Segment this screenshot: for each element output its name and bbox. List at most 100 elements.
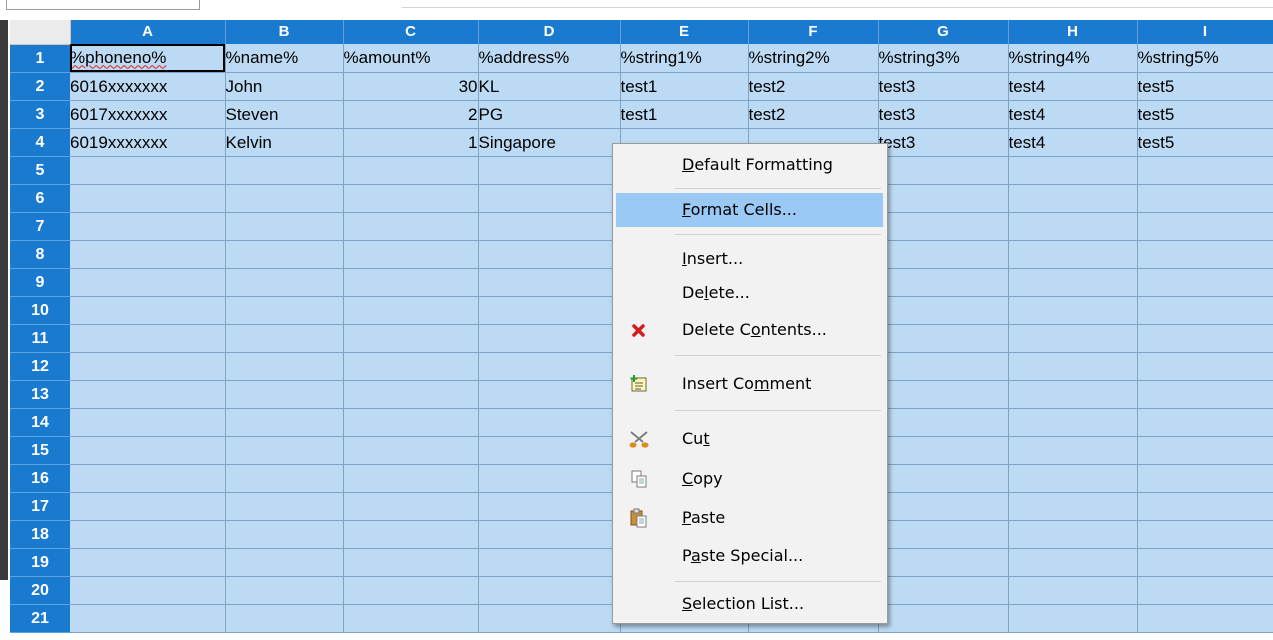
cell[interactable]	[878, 436, 1009, 465]
cell[interactable]	[478, 408, 621, 437]
column-header[interactable]: C	[343, 20, 479, 44]
cell[interactable]	[1137, 240, 1273, 269]
cell[interactable]	[1008, 296, 1138, 325]
menu-item-paste-special[interactable]: Paste Special...	[616, 539, 883, 573]
cell[interactable]: 6017xxxxxxx	[70, 100, 226, 129]
row-header[interactable]: 18	[10, 520, 70, 549]
menu-item-delete[interactable]: Delete...	[616, 276, 883, 310]
row-header[interactable]: 10	[10, 296, 70, 325]
cell[interactable]	[1137, 184, 1273, 213]
cell[interactable]	[70, 408, 226, 437]
cell[interactable]	[878, 408, 1009, 437]
cell[interactable]	[1137, 324, 1273, 353]
row-header[interactable]: 8	[10, 240, 70, 269]
cell[interactable]	[1137, 576, 1273, 605]
row-header[interactable]: 9	[10, 268, 70, 297]
cell[interactable]	[478, 464, 621, 493]
column-header[interactable]: I	[1137, 20, 1273, 44]
name-box[interactable]	[6, 0, 200, 10]
cell[interactable]	[225, 408, 344, 437]
cell[interactable]	[878, 352, 1009, 381]
cell[interactable]: Steven	[225, 100, 344, 129]
cell[interactable]	[1008, 212, 1138, 241]
row-header[interactable]: 21	[10, 604, 70, 633]
cell[interactable]	[878, 184, 1009, 213]
cell[interactable]	[343, 520, 479, 549]
cell[interactable]: 6019xxxxxxx	[70, 128, 226, 157]
cell[interactable]	[225, 352, 344, 381]
column-header[interactable]: D	[478, 20, 621, 44]
column-header[interactable]: B	[225, 20, 344, 44]
cell[interactable]	[70, 268, 226, 297]
cell[interactable]	[878, 156, 1009, 185]
cell[interactable]	[70, 324, 226, 353]
cell[interactable]	[1137, 464, 1273, 493]
cell[interactable]: test1	[620, 72, 749, 101]
cell[interactable]	[1008, 604, 1138, 633]
menu-item-format-cells[interactable]: Format Cells...	[616, 193, 883, 227]
cell[interactable]	[878, 212, 1009, 241]
cell[interactable]	[343, 184, 479, 213]
cell[interactable]	[878, 520, 1009, 549]
cell[interactable]	[1137, 408, 1273, 437]
cell[interactable]	[70, 184, 226, 213]
cell[interactable]	[343, 576, 479, 605]
column-header[interactable]: G	[878, 20, 1009, 44]
cell[interactable]	[478, 604, 621, 633]
cell[interactable]	[1137, 156, 1273, 185]
cell[interactable]	[70, 212, 226, 241]
cell[interactable]	[70, 604, 226, 633]
cell[interactable]	[1008, 184, 1138, 213]
cell[interactable]	[1137, 604, 1273, 633]
cell[interactable]	[1137, 548, 1273, 577]
cell[interactable]	[70, 492, 226, 521]
cell[interactable]: test3	[878, 128, 1009, 157]
cell[interactable]	[1008, 352, 1138, 381]
cell[interactable]	[1008, 324, 1138, 353]
cell[interactable]	[1137, 436, 1273, 465]
cell[interactable]	[1137, 520, 1273, 549]
row-header[interactable]: 14	[10, 408, 70, 437]
cell[interactable]	[478, 240, 621, 269]
cell[interactable]	[343, 352, 479, 381]
cell[interactable]	[478, 548, 621, 577]
menu-item-copy[interactable]: Copy	[616, 462, 883, 496]
cell[interactable]	[343, 408, 479, 437]
cell[interactable]	[478, 156, 621, 185]
cell[interactable]	[343, 492, 479, 521]
menu-item-insert[interactable]: Insert...	[616, 242, 883, 276]
row-header[interactable]: 11	[10, 324, 70, 353]
column-header[interactable]: H	[1008, 20, 1138, 44]
cell[interactable]: test3	[878, 100, 1009, 129]
cell[interactable]	[1137, 268, 1273, 297]
cell[interactable]	[343, 548, 479, 577]
cell[interactable]	[225, 380, 344, 409]
row-header[interactable]: 3	[10, 100, 70, 129]
cell[interactable]	[70, 296, 226, 325]
cell[interactable]	[478, 576, 621, 605]
cell[interactable]	[1008, 520, 1138, 549]
row-header[interactable]: 20	[10, 576, 70, 605]
cell[interactable]	[1137, 296, 1273, 325]
row-header[interactable]: 19	[10, 548, 70, 577]
cell[interactable]: %string4%	[1008, 44, 1138, 73]
cell[interactable]	[225, 296, 344, 325]
cell[interactable]: test3	[878, 72, 1009, 101]
cell[interactable]: test2	[748, 100, 879, 129]
cell[interactable]: %string1%	[620, 44, 749, 73]
cell[interactable]: test5	[1137, 72, 1273, 101]
cell[interactable]: %name%	[225, 44, 344, 73]
cell[interactable]	[70, 548, 226, 577]
row-header[interactable]: 12	[10, 352, 70, 381]
cell[interactable]: %amount%	[343, 44, 479, 73]
cell[interactable]	[1008, 408, 1138, 437]
cell[interactable]: test1	[620, 100, 749, 129]
cell[interactable]	[70, 156, 226, 185]
select-all-corner[interactable]	[10, 20, 71, 45]
row-header[interactable]: 2	[10, 72, 70, 101]
cell[interactable]	[878, 492, 1009, 521]
row-header[interactable]: 17	[10, 492, 70, 521]
cell[interactable]	[1008, 548, 1138, 577]
row-header[interactable]: 7	[10, 212, 70, 241]
cell[interactable]: test5	[1137, 100, 1273, 129]
